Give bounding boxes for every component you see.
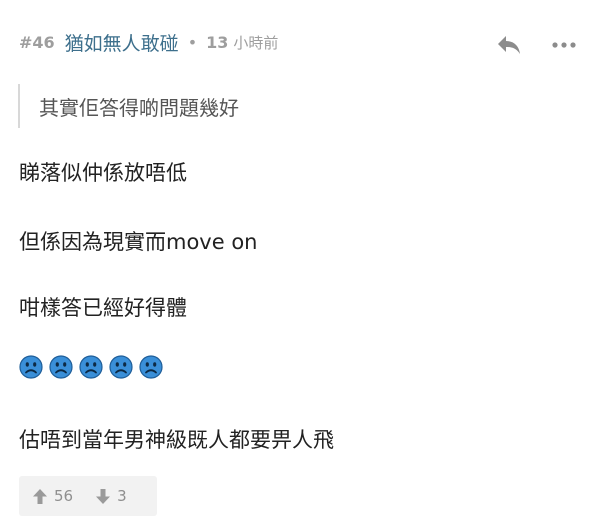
body-line-4: 估唔到當年男神級既人都要畀人飛 [19, 428, 334, 452]
more-icon [552, 42, 576, 48]
sad-face-icon [139, 355, 163, 379]
sad-face-icon [49, 355, 73, 379]
post-header: #46 猶如無人敢碰 • 13 小時前 [19, 28, 278, 56]
sad-face-icon [19, 355, 43, 379]
body-line-2: 但係因為現實而move on [19, 230, 258, 254]
vote-box: 56 3 [19, 476, 157, 516]
body-line-1: 睇落似仲係放唔低 [19, 161, 187, 185]
sad-face-icon [109, 355, 133, 379]
username-link[interactable]: 猶如無人敢碰 [65, 29, 179, 56]
post-time-value: 13 [206, 32, 229, 52]
downvote-count: 3 [117, 487, 127, 505]
more-options-button[interactable] [549, 31, 579, 59]
upvote-count: 56 [54, 487, 74, 505]
comment-post: #46 猶如無人敢碰 • 13 小時前 其實佢答得啲問題幾好 睇落似仲係放唔低 … [0, 0, 611, 531]
reply-button[interactable] [494, 31, 524, 59]
emoji-row [19, 355, 163, 379]
sad-face-icon [79, 355, 103, 379]
arrow-down-icon [96, 488, 111, 504]
downvote-button[interactable]: 3 [95, 487, 127, 505]
separator-dot: • [187, 32, 198, 52]
reply-icon [498, 36, 520, 54]
upvote-button[interactable]: 56 [32, 487, 73, 505]
arrow-up-icon [33, 488, 47, 504]
post-number[interactable]: #46 [19, 33, 55, 52]
quote-block: 其實佢答得啲問題幾好 [18, 84, 239, 128]
body-line-3: 咁樣答已經好得體 [19, 296, 187, 320]
post-time-unit: 小時前 [233, 33, 279, 52]
quote-text: 其實佢答得啲問題幾好 [39, 95, 239, 120]
